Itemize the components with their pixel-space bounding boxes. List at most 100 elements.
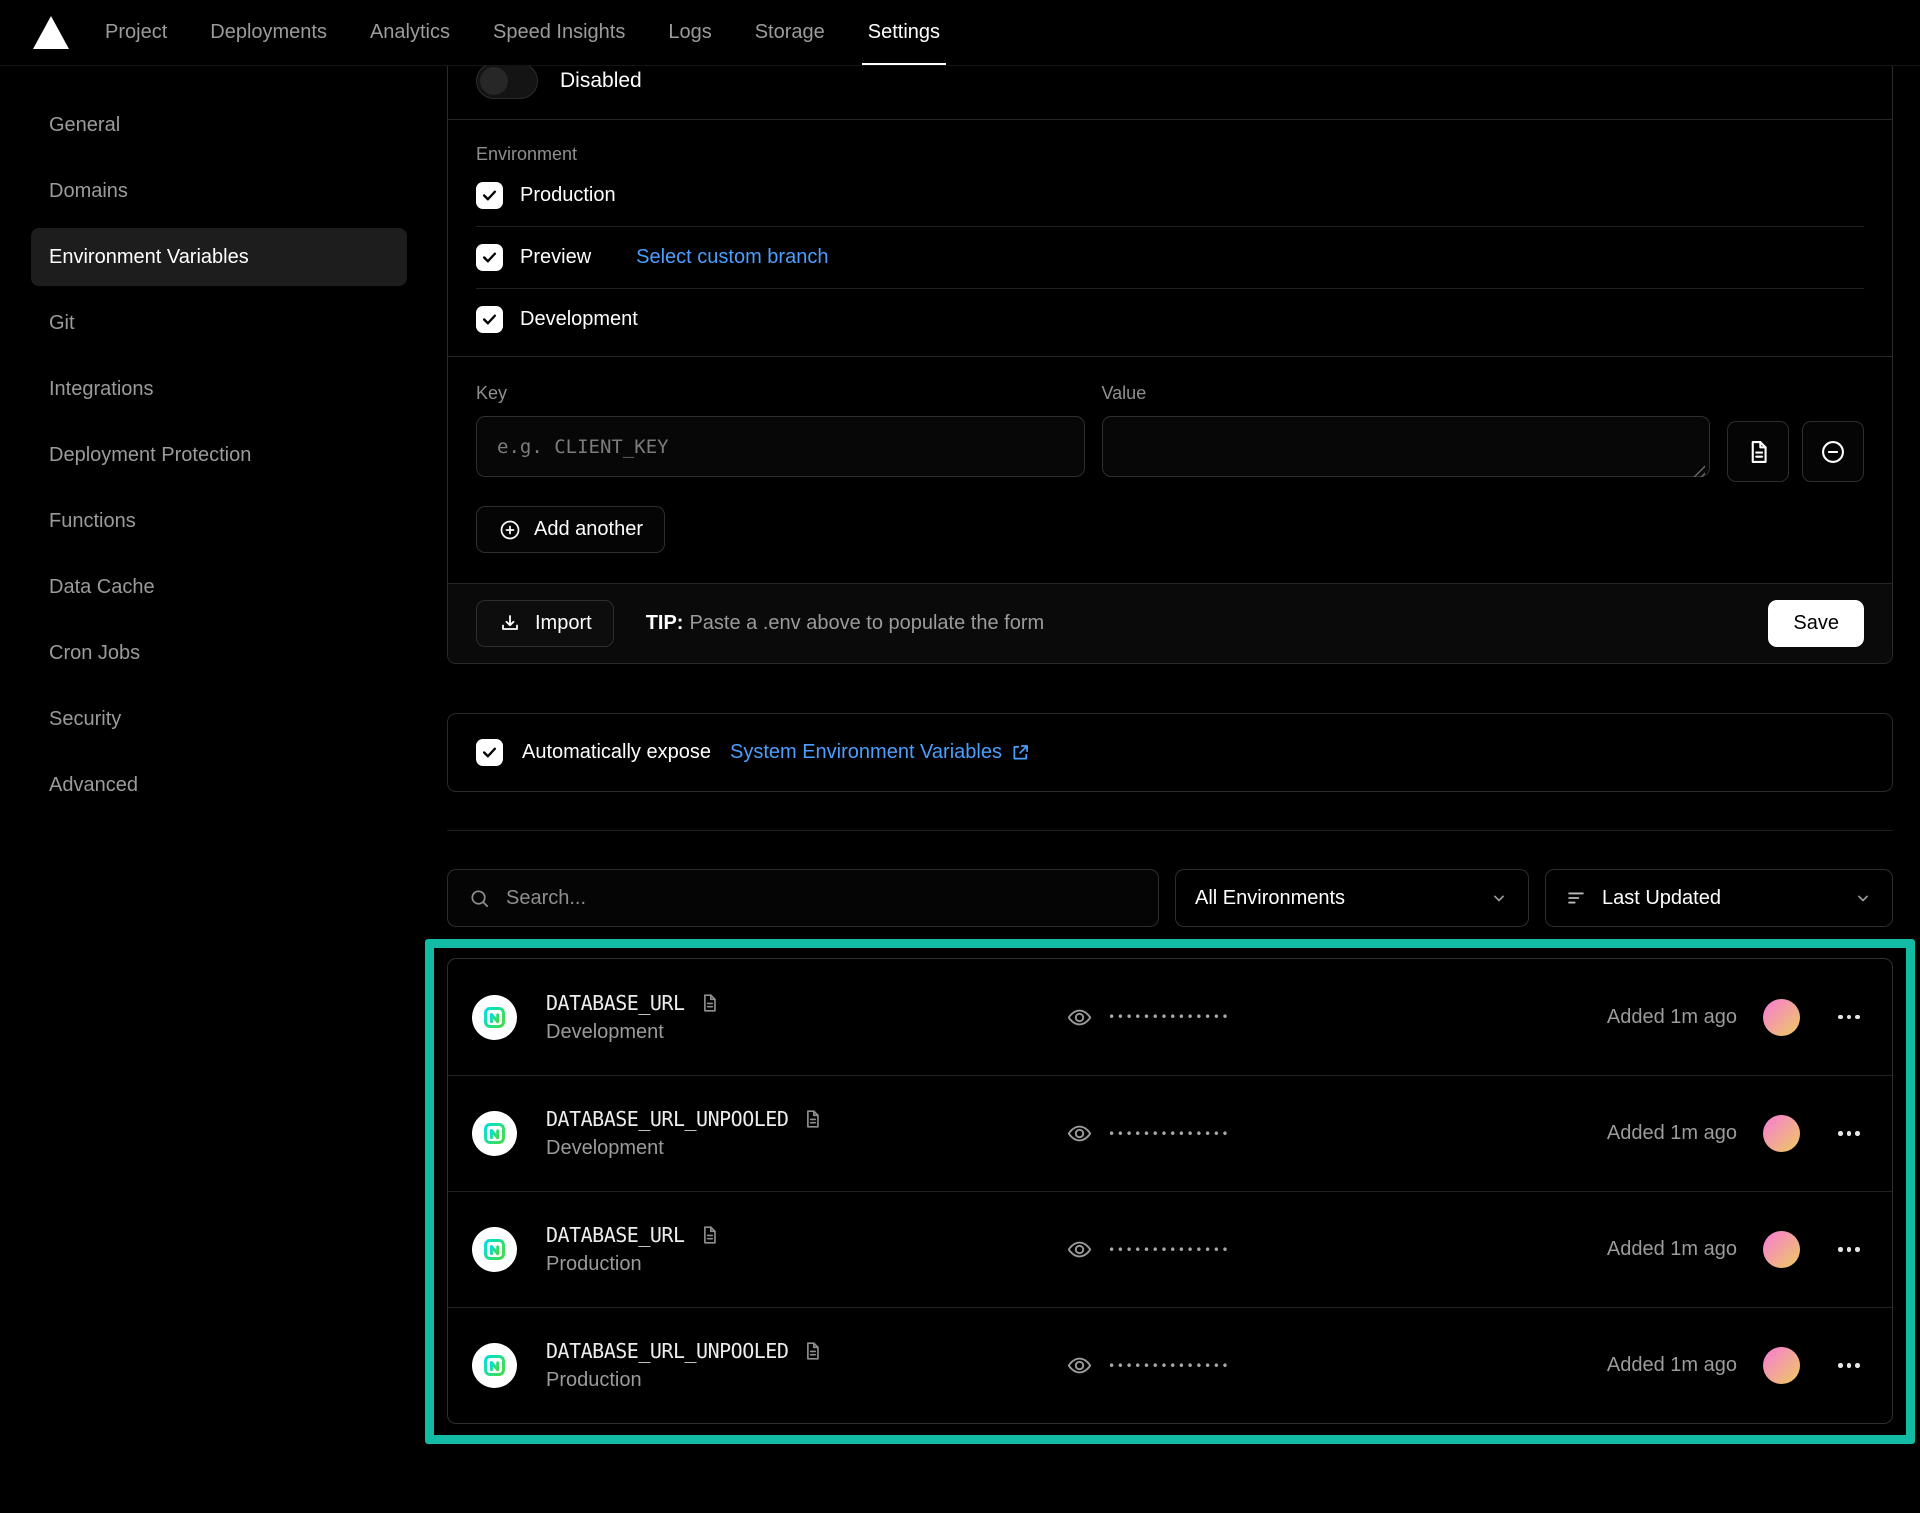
sidebar-item-general[interactable]: General bbox=[31, 96, 407, 154]
save-button[interactable]: Save bbox=[1768, 600, 1864, 647]
sidebar-item-deployment-protection[interactable]: Deployment Protection bbox=[31, 426, 407, 484]
sort-icon bbox=[1565, 887, 1587, 909]
note-icon[interactable] bbox=[698, 992, 720, 1014]
env-var-meta: Added 1m ago bbox=[1607, 1347, 1868, 1385]
env-var-info: DATABASE_URL Production bbox=[546, 1223, 1066, 1276]
value-label: Value bbox=[1102, 383, 1711, 404]
added-timestamp: Added 1m ago bbox=[1607, 1006, 1737, 1029]
user-avatar bbox=[1763, 1115, 1800, 1152]
tip-body: Paste a .env above to populate the form bbox=[689, 612, 1044, 634]
sidebar-item-environment-variables[interactable]: Environment Variables bbox=[31, 228, 407, 286]
row-menu-button[interactable] bbox=[1830, 998, 1868, 1036]
masked-value: •••••••••••••• bbox=[1108, 1010, 1230, 1024]
key-input[interactable] bbox=[476, 416, 1085, 477]
env-var-key: DATABASE_URL_UNPOOLED bbox=[546, 1107, 788, 1131]
env-var-environment: Development bbox=[546, 1137, 1066, 1160]
neon-integration-icon bbox=[472, 995, 517, 1040]
eye-icon[interactable] bbox=[1066, 1120, 1093, 1147]
sensitive-toggle[interactable] bbox=[476, 63, 538, 99]
added-timestamp: Added 1m ago bbox=[1607, 1238, 1737, 1261]
env-var-info: DATABASE_URL_UNPOOLED Development bbox=[546, 1107, 1066, 1160]
production-label: Production bbox=[520, 184, 616, 207]
environment-filter-dropdown[interactable]: All Environments bbox=[1175, 869, 1529, 927]
create-variable-card: Disabled Environment Production Preview … bbox=[447, 8, 1893, 664]
env-option-development: Development bbox=[476, 289, 1864, 350]
expose-system-variables-card: Automatically expose System Environment … bbox=[447, 713, 1893, 792]
production-checkbox[interactable] bbox=[476, 182, 503, 209]
masked-value: •••••••••••••• bbox=[1108, 1359, 1230, 1373]
env-var-row[interactable]: DATABASE_URL Production •••••••••••••• A… bbox=[448, 1191, 1892, 1307]
nav-tab-speed-insights[interactable]: Speed Insights bbox=[493, 0, 625, 65]
env-var-environment: Production bbox=[546, 1369, 1066, 1392]
select-custom-branch-link[interactable]: Select custom branch bbox=[636, 246, 828, 269]
env-var-key: DATABASE_URL_UNPOOLED bbox=[546, 1339, 788, 1363]
sidebar-item-domains[interactable]: Domains bbox=[31, 162, 407, 220]
filter-row: All Environments Last Updated bbox=[447, 869, 1893, 927]
sidebar-item-data-cache[interactable]: Data Cache bbox=[31, 558, 407, 616]
import-button[interactable]: Import bbox=[476, 600, 614, 647]
env-var-row[interactable]: DATABASE_URL_UNPOOLED Production •••••••… bbox=[448, 1307, 1892, 1423]
neon-integration-icon bbox=[472, 1343, 517, 1388]
nav-tab-project[interactable]: Project bbox=[105, 0, 167, 65]
sidebar-item-security[interactable]: Security bbox=[31, 690, 407, 748]
eye-icon[interactable] bbox=[1066, 1352, 1093, 1379]
system-environment-variables-link-label: System Environment Variables bbox=[730, 741, 1002, 764]
environment-variables-panel: Disabled Environment Production Preview … bbox=[447, 66, 1893, 1444]
settings-sidebar: General Domains Environment Variables Gi… bbox=[0, 66, 447, 822]
sidebar-item-cron-jobs[interactable]: Cron Jobs bbox=[31, 624, 407, 682]
paste-env-file-button[interactable] bbox=[1727, 421, 1789, 482]
note-icon[interactable] bbox=[801, 1108, 823, 1130]
env-var-meta: Added 1m ago bbox=[1607, 1231, 1868, 1269]
env-variables-table: DATABASE_URL Development •••••••••••••• … bbox=[447, 958, 1893, 1424]
row-menu-button[interactable] bbox=[1830, 1231, 1868, 1269]
toggle-thumb bbox=[480, 67, 508, 95]
sidebar-item-functions[interactable]: Functions bbox=[31, 492, 407, 550]
preview-checkbox[interactable] bbox=[476, 244, 503, 271]
neon-integration-icon bbox=[472, 1111, 517, 1156]
env-var-key: DATABASE_URL bbox=[546, 1223, 685, 1247]
nav-tab-deployments[interactable]: Deployments bbox=[210, 0, 327, 65]
nav-tab-analytics[interactable]: Analytics bbox=[370, 0, 450, 65]
eye-icon[interactable] bbox=[1066, 1004, 1093, 1031]
environment-section-label: Environment bbox=[476, 144, 577, 164]
highlight-outline: DATABASE_URL Development •••••••••••••• … bbox=[425, 939, 1915, 1444]
file-icon bbox=[1744, 438, 1772, 466]
sidebar-item-git[interactable]: Git bbox=[31, 294, 407, 352]
chevron-down-icon bbox=[1489, 888, 1509, 908]
neon-integration-icon bbox=[472, 1227, 517, 1272]
nav-tab-logs[interactable]: Logs bbox=[668, 0, 711, 65]
sidebar-item-advanced[interactable]: Advanced bbox=[31, 756, 407, 814]
env-var-value: •••••••••••••• bbox=[1066, 1236, 1607, 1263]
note-icon[interactable] bbox=[801, 1340, 823, 1362]
download-icon bbox=[498, 612, 522, 636]
preview-label: Preview bbox=[520, 246, 591, 269]
tip-label: TIP: bbox=[646, 612, 684, 634]
external-link-icon bbox=[1010, 742, 1031, 763]
import-label: Import bbox=[535, 612, 592, 635]
note-icon[interactable] bbox=[698, 1224, 720, 1246]
vercel-logo-icon bbox=[33, 16, 69, 49]
eye-icon[interactable] bbox=[1066, 1236, 1093, 1263]
add-another-button[interactable]: Add another bbox=[476, 506, 665, 553]
row-menu-button[interactable] bbox=[1830, 1115, 1868, 1153]
env-var-key: DATABASE_URL bbox=[546, 991, 685, 1015]
expose-checkbox[interactable] bbox=[476, 739, 503, 766]
key-value-section: Key Value bbox=[448, 356, 1892, 583]
system-environment-variables-link[interactable]: System Environment Variables bbox=[730, 741, 1031, 764]
env-var-row[interactable]: DATABASE_URL_UNPOOLED Development ••••••… bbox=[448, 1075, 1892, 1191]
env-option-production: Production bbox=[476, 165, 1864, 227]
env-var-row[interactable]: DATABASE_URL Development •••••••••••••• … bbox=[448, 959, 1892, 1075]
expose-label: Automatically expose bbox=[522, 741, 711, 764]
search-input[interactable] bbox=[506, 887, 1138, 910]
section-divider bbox=[447, 830, 1893, 831]
nav-tab-storage[interactable]: Storage bbox=[755, 0, 825, 65]
sensitive-toggle-label: Disabled bbox=[560, 69, 642, 93]
sidebar-item-integrations[interactable]: Integrations bbox=[31, 360, 407, 418]
development-checkbox[interactable] bbox=[476, 306, 503, 333]
sort-dropdown[interactable]: Last Updated bbox=[1545, 869, 1893, 927]
add-another-label: Add another bbox=[534, 518, 643, 541]
nav-tab-settings[interactable]: Settings bbox=[868, 0, 940, 65]
row-menu-button[interactable] bbox=[1830, 1347, 1868, 1385]
value-input[interactable] bbox=[1102, 416, 1711, 477]
remove-row-button[interactable] bbox=[1802, 421, 1864, 482]
